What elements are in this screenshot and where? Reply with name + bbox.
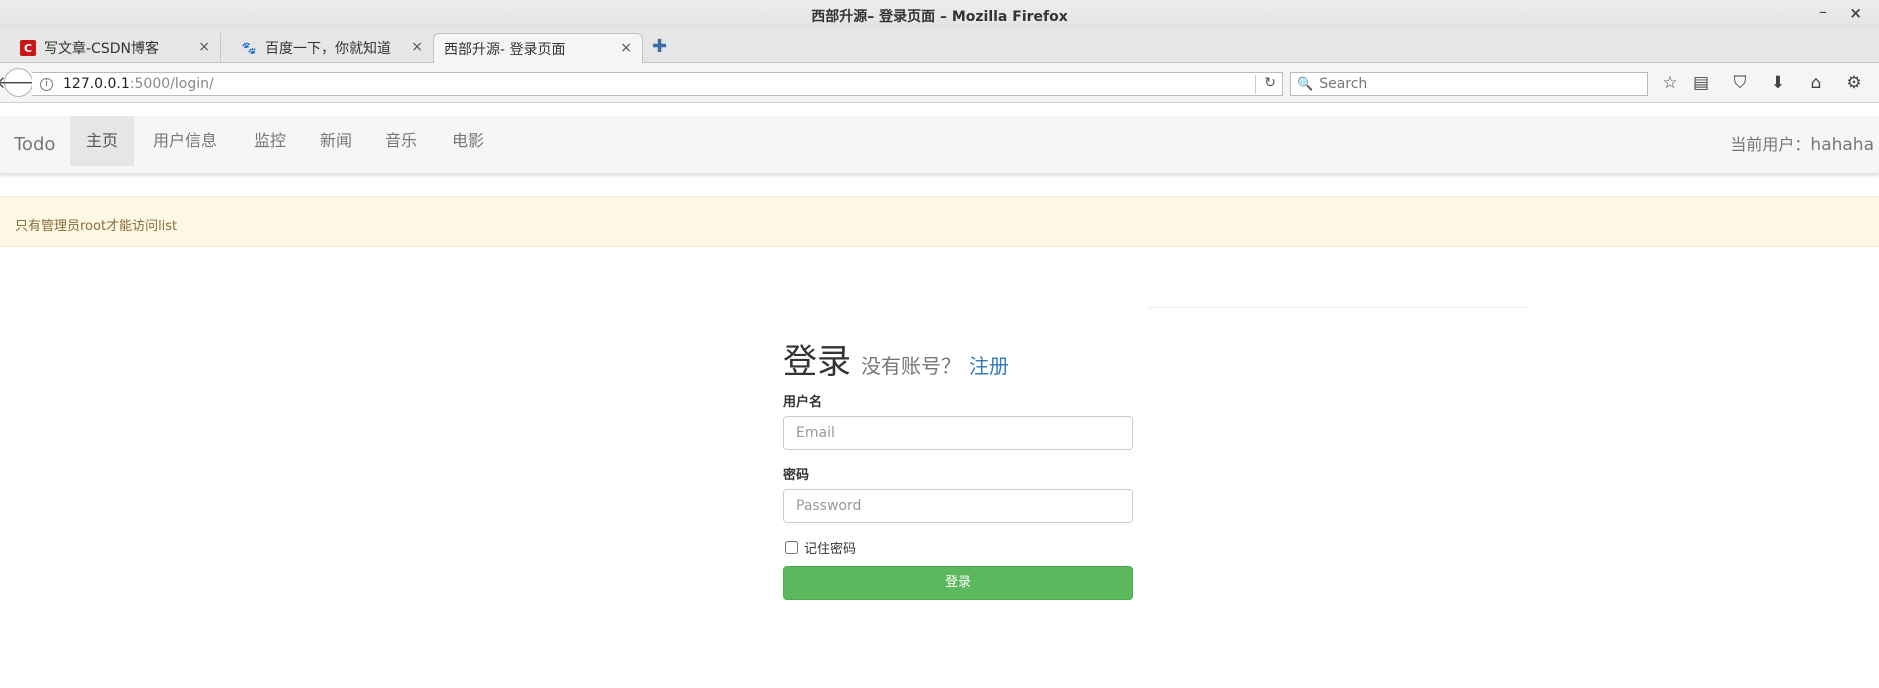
remember-label: 记住密码 <box>804 542 857 557</box>
alert-message: 只有管理员root才能访问list <box>15 219 178 234</box>
home-icon[interactable]: ⌂ <box>1805 73 1827 93</box>
site-info-icon[interactable]: i <box>40 77 53 91</box>
minimize-icon[interactable]: – <box>1819 2 1827 21</box>
tab-close-icon[interactable]: × <box>198 39 210 55</box>
window-close-icon[interactable]: × <box>1849 4 1862 22</box>
reload-icon[interactable]: ↻ <box>1264 75 1276 91</box>
baidu-paw-icon: 🐾 <box>241 41 257 55</box>
bookmark-star-icon[interactable]: ☆ <box>1659 73 1681 93</box>
nav-item-movies[interactable]: 电影 <box>436 116 500 166</box>
tab-label: 百度一下，你就知道 <box>265 41 391 57</box>
current-user-name: hahaha <box>1810 135 1874 155</box>
app-navbar: Todo 主页 用户信息 监控 新闻 音乐 电影 当前用户：hahaha <box>0 116 1879 174</box>
password-label: 密码 <box>783 468 810 483</box>
login-form: 登录没有账号？注册 用户名 密码 记住密码 登录 <box>783 334 1133 600</box>
login-submit-button[interactable]: 登录 <box>783 566 1133 600</box>
url-path: :5000/login/ <box>129 76 214 92</box>
window-title: 西部升源– 登录页面 – Mozilla Firefox <box>811 9 1068 25</box>
reader-list-icon[interactable]: ▤ <box>1690 73 1712 93</box>
tab-csdn[interactable]: C 写文章-CSDN博客 × <box>0 33 220 63</box>
url-bar[interactable]: i 127.0.0.1:5000/login/ ↻ <box>32 72 1283 96</box>
remember-checkbox[interactable] <box>785 541 798 554</box>
tab-login-active[interactable]: 西部升源- 登录页面 × <box>433 33 643 63</box>
back-arrow-icon[interactable]: 🡐 <box>0 68 41 97</box>
tab-strip: C 写文章-CSDN博客 × 🐾 百度一下，你就知道 × 西部升源- 登录页面 … <box>0 28 1879 63</box>
register-link[interactable]: 注册 <box>969 354 1009 378</box>
page-title: 登录 <box>783 342 851 382</box>
url-host: 127.0.0.1 <box>63 76 130 92</box>
nav-item-monitor[interactable]: 监控 <box>238 116 302 166</box>
current-user: 当前用户：hahaha <box>1730 131 1874 155</box>
tab-label: 西部升源- 登录页面 <box>444 41 566 58</box>
no-account-text: 没有账号？ <box>861 354 961 378</box>
tab-label: 写文章-CSDN博客 <box>44 41 159 57</box>
search-input[interactable]: Search <box>1319 76 1367 92</box>
url-separator <box>1255 75 1256 94</box>
nav-item-music[interactable]: 音乐 <box>369 116 433 166</box>
extension-icon[interactable]: ⚙ <box>1843 73 1865 93</box>
pocket-icon[interactable]: ⛉ <box>1729 73 1751 93</box>
page-content: Todo 主页 用户信息 监控 新闻 音乐 电影 当前用户：hahaha 只有管… <box>0 104 1879 688</box>
window-titlebar: 西部升源– 登录页面 – Mozilla Firefox – × <box>0 0 1879 28</box>
remember-row: 记住密码 <box>783 538 1133 557</box>
login-heading: 登录 没有账号？ 注册 <box>783 334 1133 383</box>
current-user-label: 当前用户： <box>1730 135 1811 154</box>
search-icon: 🔍 <box>1297 76 1314 92</box>
tab-baidu[interactable]: 🐾 百度一下，你就知道 × <box>220 33 433 63</box>
nav-item-home[interactable]: 主页 <box>70 116 135 166</box>
tab-close-icon[interactable]: × <box>620 40 632 56</box>
nav-item-news[interactable]: 新闻 <box>304 116 368 166</box>
brand-link[interactable]: Todo <box>14 134 55 155</box>
download-icon[interactable]: ⬇ <box>1767 73 1789 93</box>
new-tab-icon[interactable]: ✚ <box>652 36 667 57</box>
username-field[interactable] <box>783 416 1133 450</box>
warning-alert: 只有管理员root才能访问list <box>0 196 1879 247</box>
browser-toolbar: 🡐 i 127.0.0.1:5000/login/ ↻ 🔍 Search ☆ ▤… <box>0 63 1879 103</box>
username-label: 用户名 <box>783 395 823 410</box>
tab-close-icon[interactable]: × <box>411 39 423 55</box>
search-bar[interactable]: 🔍 Search <box>1290 72 1648 96</box>
divider <box>1148 307 1528 308</box>
url-text[interactable]: 127.0.0.1:5000/login/ <box>63 76 214 92</box>
csdn-icon: C <box>20 40 36 56</box>
password-field[interactable] <box>783 489 1133 523</box>
nav-item-user-info[interactable]: 用户信息 <box>137 116 233 166</box>
